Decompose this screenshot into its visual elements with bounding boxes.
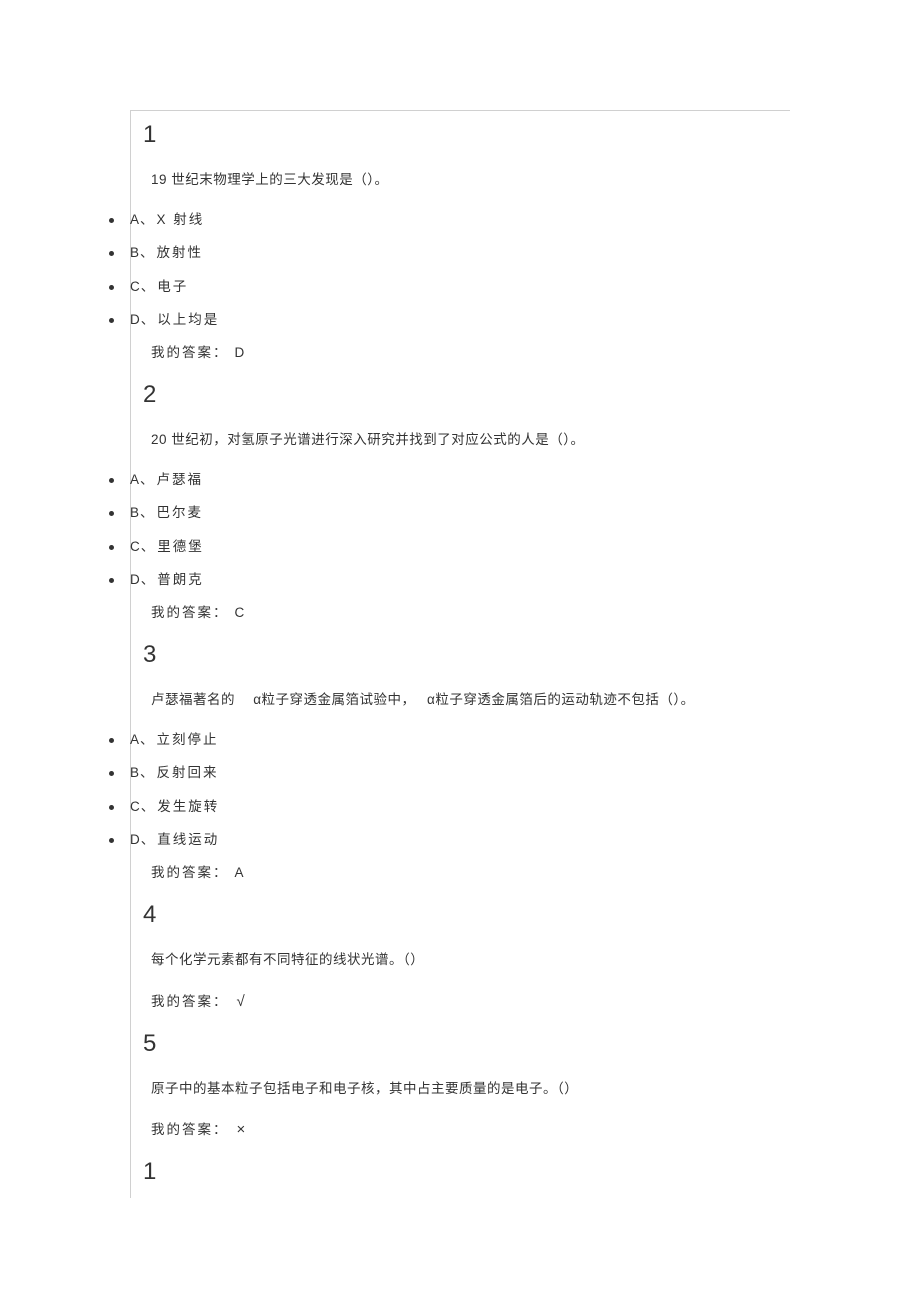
bullet-icon [109,218,114,223]
question-number: 5 [131,1020,790,1066]
option-text: 巴尔麦 [157,505,204,520]
bullet-icon [109,511,114,516]
option-row: D、直线运动 [109,823,790,857]
option-row: D、普朗克 [109,563,790,597]
option-text: 发生旋转 [157,799,219,814]
answer-value: A [235,865,245,880]
question-number: 1 [131,111,790,157]
option-row: B、反射回来 [109,756,790,790]
option-letter: A、 [130,212,155,227]
option-row: C、里德堡 [109,530,790,564]
question-number: 1 [131,1148,790,1194]
question-prompt: 卢瑟福著名的 α粒子穿透金属箔试验中， α粒子穿透金属箔后的运动轨迹不包括（）。 [131,677,790,723]
option-text: 里德堡 [157,539,204,554]
option-letter: A、 [130,472,155,487]
option-row: A、卢瑟福 [109,463,790,497]
question-number: 2 [131,371,790,417]
bullet-icon [109,251,114,256]
bullet-icon [109,285,114,290]
bullet-icon [109,805,114,810]
answer-symbol-check-icon: √ [237,993,247,1010]
question-block: 5 原子中的基本粒子包括电子和电子核，其中占主要质量的是电子。（） 我的答案： × [131,1020,790,1149]
option-row: C、发生旋转 [109,790,790,824]
bullet-icon [109,838,114,843]
question-prompt: 每个化学元素都有不同特征的线状光谱。（） [131,937,790,983]
answer-line: 我的答案： A [131,857,790,887]
question-block: 2 20 世纪初，对氢原子光谱进行深入研究并找到了对应公式的人是（）。 A、卢瑟… [131,371,790,631]
answer-value: D [235,345,246,360]
answer-line: 我的答案： D [131,337,790,367]
answer-line: 我的答案： C [131,597,790,627]
bullet-icon [109,771,114,776]
option-text: 放射性 [157,245,204,260]
option-row: C、电子 [109,270,790,304]
bullet-icon [109,738,114,743]
option-letter: B、 [130,765,155,780]
question-block: 1 [131,1148,790,1198]
option-letter: D、 [130,572,155,587]
answer-label: 我的答案： [151,994,229,1009]
bullet-icon [109,578,114,583]
quiz-container: 1 19 世纪末物理学上的三大发现是（）。 A、X 射线 B、放射性 C、电子 … [130,110,790,1198]
answer-label: 我的答案： [151,605,229,620]
option-text: X 射线 [157,212,205,227]
option-text: 普朗克 [157,572,204,587]
option-letter: B、 [130,505,155,520]
answer-line: 我的答案： × [131,1114,790,1144]
question-prompt: 20 世纪初，对氢原子光谱进行深入研究并找到了对应公式的人是（）。 [131,417,790,463]
answer-symbol-cross-icon: × [237,1121,248,1138]
question-block: 4 每个化学元素都有不同特征的线状光谱。（） 我的答案： √ [131,891,790,1020]
option-row: A、X 射线 [109,203,790,237]
question-prompt: 原子中的基本粒子包括电子和电子核，其中占主要质量的是电子。（） [131,1066,790,1112]
question-block: 1 19 世纪末物理学上的三大发现是（）。 A、X 射线 B、放射性 C、电子 … [131,111,790,371]
answer-value: C [235,605,246,620]
option-row: B、放射性 [109,236,790,270]
option-letter: C、 [130,799,155,814]
option-row: B、巴尔麦 [109,496,790,530]
question-number: 3 [131,631,790,677]
question-prompt: 19 世纪末物理学上的三大发现是（）。 [131,157,790,203]
option-letter: C、 [130,539,155,554]
question-number: 4 [131,891,790,937]
option-letter: C、 [130,279,155,294]
answer-label: 我的答案： [151,345,229,360]
option-letter: D、 [130,832,155,847]
option-row: A、立刻停止 [109,723,790,757]
option-letter: B、 [130,245,155,260]
answer-line: 我的答案： √ [131,986,790,1016]
option-text: 电子 [157,279,188,294]
answer-label: 我的答案： [151,1122,229,1137]
bullet-icon [109,318,114,323]
option-row: D、以上均是 [109,303,790,337]
option-letter: A、 [130,732,155,747]
bullet-icon [109,545,114,550]
answer-label: 我的答案： [151,865,229,880]
bullet-icon [109,478,114,483]
option-text: 卢瑟福 [157,472,204,487]
option-text: 以上均是 [157,312,219,327]
option-text: 立刻停止 [157,732,219,747]
option-letter: D、 [130,312,155,327]
question-block: 3 卢瑟福著名的 α粒子穿透金属箔试验中， α粒子穿透金属箔后的运动轨迹不包括（… [131,631,790,891]
option-text: 直线运动 [157,832,219,847]
option-text: 反射回来 [157,765,219,780]
